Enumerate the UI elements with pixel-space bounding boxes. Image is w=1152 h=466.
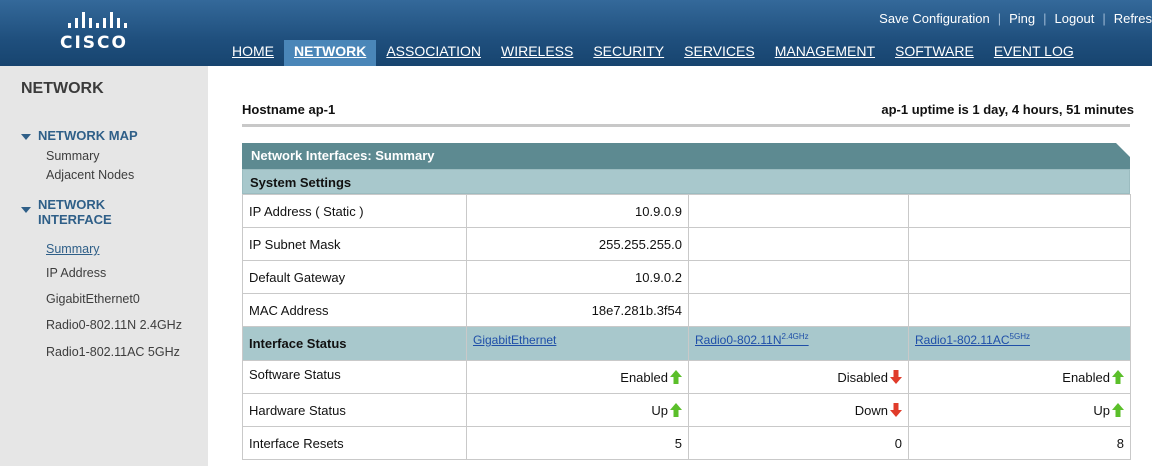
ping-link[interactable]: Ping	[1009, 11, 1035, 26]
interface-resets-radio1: 8	[908, 426, 1131, 460]
red-down-arrow-icon	[890, 369, 902, 384]
tab-wireless[interactable]: WIRELESS	[491, 40, 583, 66]
sidebar-item-gigabitethernet0[interactable]: GigabitEthernet0	[46, 292, 140, 306]
tab-services[interactable]: SERVICES	[674, 40, 765, 66]
interface-status-header-row: Interface Status GigabitEthernet Radio0-…	[242, 326, 1131, 361]
hardware-status-radio1: Up	[908, 393, 1131, 427]
row-label: Default Gateway	[242, 260, 467, 294]
software-status-radio0: Disabled	[688, 360, 909, 394]
table-row: IP Subnet Mask 255.255.255.0	[242, 227, 1131, 261]
table-row: IP Address ( Static ) 10.9.0.9	[242, 194, 1131, 228]
tab-home[interactable]: HOME	[222, 40, 284, 66]
sidebar-title: NETWORK	[21, 80, 104, 97]
interface-resets-radio0: 0	[688, 426, 909, 460]
row-value: 255.255.255.0	[466, 227, 689, 261]
green-up-arrow-icon	[1112, 369, 1124, 384]
row-label: IP Subnet Mask	[242, 227, 467, 261]
tab-network[interactable]: NETWORK	[284, 40, 377, 66]
green-up-arrow-icon	[1112, 402, 1124, 417]
sidebar-item-adjacent-nodes[interactable]: Adjacent Nodes	[46, 168, 134, 182]
top-header: CISCO Save Configuration | Ping | Logout | Ref…	[0, 0, 1152, 66]
tab-management[interactable]: MANAGEMENT	[765, 40, 885, 66]
hardware-status-gig: Up	[466, 393, 689, 427]
tab-event-log[interactable]: EVENT LOG	[984, 40, 1084, 66]
row-label: MAC Address	[242, 293, 467, 327]
sidebar-item-radio1[interactable]: Radio1-802.11AC 5GHz	[46, 345, 180, 359]
sidebar-item-interface-summary[interactable]: Summary	[46, 242, 99, 256]
sidebar-section-network-map[interactable]: NETWORK MAP	[21, 128, 138, 143]
gigabitethernet-link[interactable]: GigabitEthernet	[473, 333, 556, 347]
interfaces-summary-table: IP Address ( Static ) 10.9.0.9 IP Subnet…	[242, 194, 1131, 460]
sidebar-item-ip-address[interactable]: IP Address	[46, 266, 106, 280]
row-label: Software Status	[242, 360, 467, 394]
row-label: Hardware Status	[242, 393, 467, 427]
save-configuration-link[interactable]: Save Configuration	[879, 11, 990, 26]
sidebar-item-map-summary[interactable]: Summary	[46, 149, 99, 163]
sidebar-section-network-interface[interactable]: NETWORK INTERFACE	[21, 197, 112, 227]
tab-association[interactable]: ASSOCIATION	[376, 40, 491, 66]
refresh-link[interactable]: Refres	[1114, 11, 1152, 26]
row-value: 18e7.281b.3f54	[466, 293, 689, 327]
software-status-radio1: Enabled	[908, 360, 1131, 394]
panel-title: Network Interfaces: Summary	[242, 143, 1130, 169]
logout-link[interactable]: Logout	[1055, 11, 1095, 26]
table-row: Software Status Enabled Disabled Enabled	[242, 360, 1131, 394]
sidebar-item-radio0[interactable]: Radio0-802.11N 2.4GHz	[46, 318, 182, 332]
tab-software[interactable]: SOFTWARE	[885, 40, 984, 66]
table-row: Default Gateway 10.9.0.2	[242, 260, 1131, 294]
row-value: 10.9.0.2	[466, 260, 689, 294]
top-links: Save Configuration | Ping | Logout | Refres	[879, 11, 1152, 26]
green-up-arrow-icon	[670, 369, 682, 384]
row-value: 10.9.0.9	[466, 194, 689, 228]
cisco-bars-icon	[68, 12, 160, 28]
table-row: Hardware Status Up Down Up	[242, 393, 1131, 427]
radio1-link[interactable]: Radio1-802.11AC5GHz	[915, 332, 1030, 347]
uptime-label: ap-1 uptime is 1 day, 4 hours, 51 minute…	[881, 102, 1134, 117]
logo-text: CISCO	[60, 33, 128, 53]
triangle-down-icon	[21, 133, 31, 140]
red-down-arrow-icon	[890, 402, 902, 417]
cisco-logo: CISCO	[60, 12, 160, 60]
hostname-label: Hostname ap-1	[242, 102, 336, 117]
row-label: Interface Resets	[242, 426, 467, 460]
interface-resets-gig: 5	[466, 426, 689, 460]
sidebar: NETWORK NETWORK MAP Summary Adjacent Nod…	[0, 66, 208, 466]
row-label: IP Address ( Static )	[242, 194, 467, 228]
main-nav-tabs: HOME NETWORK ASSOCIATION WIRELESS SECURI…	[222, 40, 1084, 66]
system-settings-header: System Settings	[242, 169, 1130, 194]
table-row: MAC Address 18e7.281b.3f54	[242, 293, 1131, 327]
radio0-link[interactable]: Radio0-802.11N2.4GHz	[695, 332, 809, 347]
interface-status-label: Interface Status	[242, 326, 467, 361]
triangle-down-icon	[21, 207, 31, 213]
green-up-arrow-icon	[670, 402, 682, 417]
divider	[242, 124, 1130, 127]
software-status-gig: Enabled	[466, 360, 689, 394]
table-row: Interface Resets 5 0 8	[242, 426, 1131, 460]
hardware-status-radio0: Down	[688, 393, 909, 427]
tab-security[interactable]: SECURITY	[583, 40, 674, 66]
